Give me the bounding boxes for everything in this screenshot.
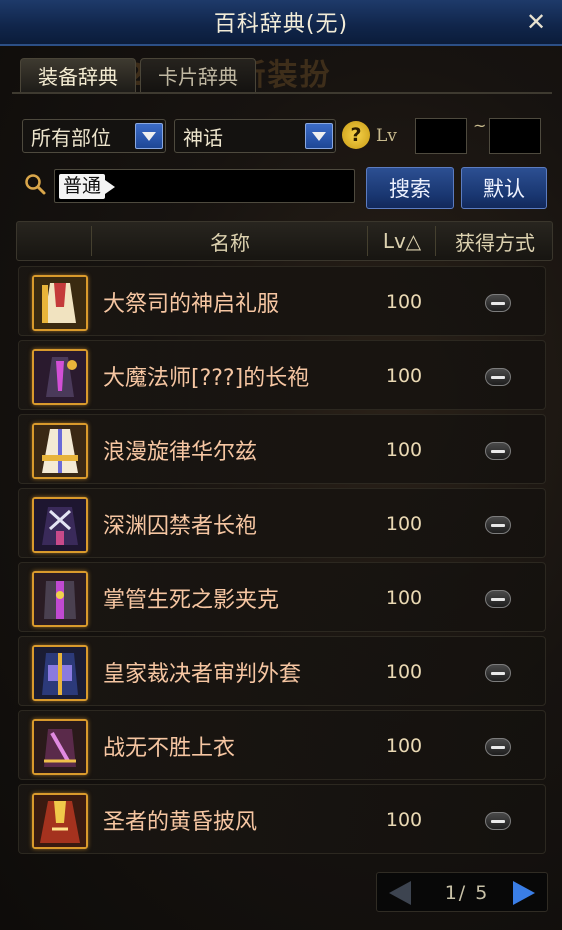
pagination: 1/ 5 <box>376 872 548 912</box>
table-row[interactable]: 大魔法师[???]的长袍 100 <box>18 340 546 410</box>
column-header-method[interactable]: 获得方式 <box>437 222 553 260</box>
jacket-icon <box>32 571 88 627</box>
item-name: 圣者的黄昏披风 <box>103 810 258 835</box>
item-level: 100 <box>385 587 423 609</box>
close-icon[interactable]: ✕ <box>522 8 550 36</box>
search-type-chip[interactable]: 普通 <box>59 174 116 199</box>
search-input[interactable]: 普通 <box>54 169 355 203</box>
item-level: 100 <box>385 291 423 313</box>
acquisition-method-button[interactable] <box>485 368 511 386</box>
table-row[interactable]: 皇家裁决者审判外套 100 <box>18 636 546 706</box>
robe-icon <box>32 275 88 331</box>
acquisition-method-button[interactable] <box>485 590 511 608</box>
slot-dropdown-value: 所有部位 <box>31 125 111 150</box>
acquisition-method-button[interactable] <box>485 738 511 756</box>
header-divider <box>367 226 368 256</box>
chevron-down-icon[interactable] <box>305 123 333 149</box>
page-indicator: 1/ 5 <box>444 882 490 904</box>
item-name: 掌管生死之影夹克 <box>103 588 280 613</box>
item-level: 100 <box>385 365 423 387</box>
item-name: 深渊囚禁者长袍 <box>103 514 258 539</box>
cape-icon <box>32 793 88 849</box>
item-name: 浪漫旋律华尔兹 <box>103 440 258 465</box>
acquisition-method-button[interactable] <box>485 516 511 534</box>
item-level: 100 <box>385 661 423 683</box>
table-row[interactable]: 掌管生死之影夹克 100 <box>18 562 546 632</box>
tab-equipment-dictionary[interactable]: 装备辞典 <box>20 58 136 92</box>
level-label: Lv <box>376 126 397 146</box>
window-title: 百科辞典(无) <box>213 12 349 37</box>
level-range-separator: ~ <box>473 116 487 135</box>
rarity-dropdown-value: 神话 <box>183 125 223 150</box>
item-level: 100 <box>385 735 423 757</box>
acquisition-method-button[interactable] <box>485 294 511 312</box>
previous-page-icon[interactable] <box>389 881 411 905</box>
help-icon[interactable]: ? <box>342 121 370 149</box>
header-divider <box>91 226 92 256</box>
default-button[interactable]: 默认 <box>461 167 547 209</box>
tab-card-dictionary[interactable]: 卡片辞典 <box>140 58 256 92</box>
item-name: 大魔法师[???]的长袍 <box>103 366 310 391</box>
table-row[interactable]: 深渊囚禁者长袍 100 <box>18 488 546 558</box>
robe-icon <box>32 497 88 553</box>
next-page-icon[interactable] <box>513 881 535 905</box>
robe-icon <box>32 423 88 479</box>
top-icon <box>32 719 88 775</box>
coat-icon <box>32 645 88 701</box>
acquisition-method-button[interactable] <box>485 442 511 460</box>
tab-divider <box>12 92 552 94</box>
slot-dropdown[interactable]: 所有部位 <box>22 119 166 153</box>
robe-icon <box>32 349 88 405</box>
header-divider <box>435 226 436 256</box>
column-header-level[interactable]: Lv△ <box>369 222 435 260</box>
item-level: 100 <box>385 809 423 831</box>
table-row[interactable]: 圣者的黄昏披风 100 <box>18 784 546 854</box>
level-max-input[interactable] <box>489 118 541 154</box>
table-row[interactable]: 浪漫旋律华尔兹 100 <box>18 414 546 484</box>
search-button[interactable]: 搜索 <box>366 167 454 209</box>
title-bar: 百科辞典(无) ✕ <box>0 0 562 46</box>
acquisition-method-button[interactable] <box>485 664 511 682</box>
item-name: 大祭司的神启礼服 <box>103 292 280 317</box>
table-row[interactable]: 战无不胜上衣 100 <box>18 710 546 780</box>
table-row[interactable]: 大祭司的神启礼服 100 <box>18 266 546 336</box>
item-name: 战无不胜上衣 <box>103 736 236 761</box>
column-header-name[interactable]: 名称 <box>93 222 367 260</box>
level-min-input[interactable] <box>415 118 467 154</box>
search-icon <box>25 174 46 195</box>
acquisition-method-button[interactable] <box>485 812 511 830</box>
item-name: 皇家裁决者审判外套 <box>103 662 302 687</box>
chevron-down-icon[interactable] <box>135 123 163 149</box>
rarity-dropdown[interactable]: 神话 <box>174 119 336 153</box>
item-level: 100 <box>385 439 423 461</box>
item-level: 100 <box>385 513 423 535</box>
table-header: 名称 Lv△ 获得方式 <box>16 221 553 261</box>
